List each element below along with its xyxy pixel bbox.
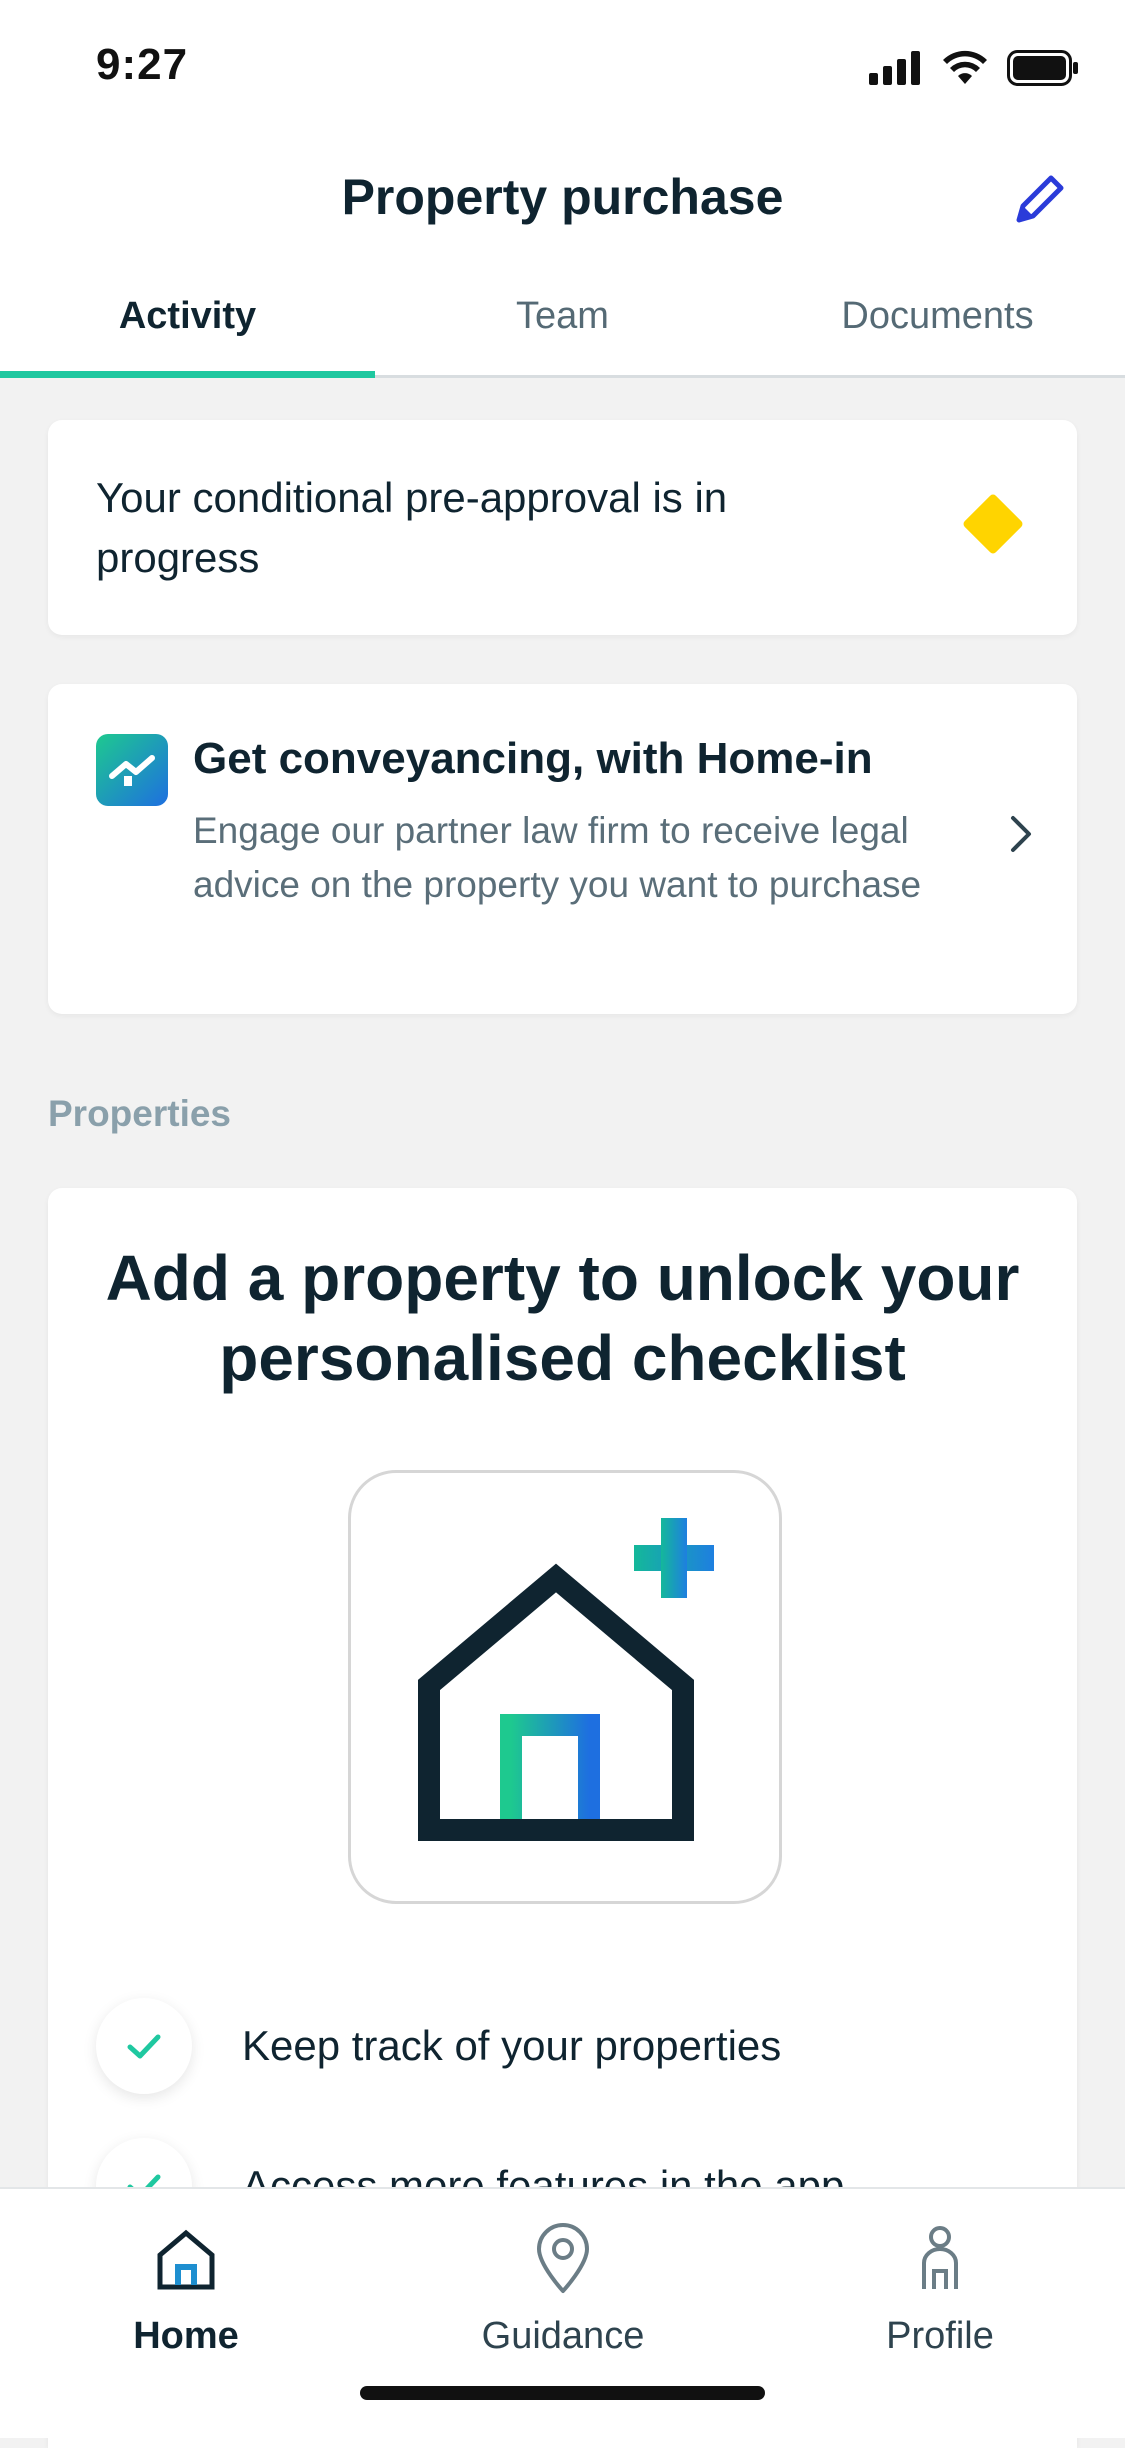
person-icon: [922, 2226, 958, 2289]
location-pin-icon: [537, 2223, 589, 2293]
battery-icon: [1007, 50, 1078, 86]
conveyancing-card[interactable]: Get conveyancing, with Home-in Engage ou…: [48, 684, 1077, 1014]
check-icon: [96, 1998, 192, 2094]
add-property-button[interactable]: [348, 1470, 782, 1904]
preapproval-text: Your conditional pre-approval is in prog…: [96, 474, 728, 581]
cellular-signal-icon: [869, 51, 920, 85]
tab-team[interactable]: Team: [375, 285, 750, 375]
nav-guidance-label: Guidance: [481, 2315, 645, 2357]
home-in-logo-icon: [96, 734, 168, 806]
header-area: 9:27 Property purchase Activity Team Doc…: [0, 0, 1125, 378]
tab-documents[interactable]: Documents: [750, 285, 1125, 375]
nav-home[interactable]: Home: [36, 2219, 336, 2358]
tab-activity[interactable]: Activity: [0, 285, 375, 378]
conveyancing-description: Engage our partner law firm to receive l…: [193, 810, 922, 905]
tab-bar: Activity Team Documents: [0, 285, 1125, 378]
nav-guidance[interactable]: Guidance: [413, 2219, 713, 2358]
page-title: Property purchase: [341, 169, 784, 225]
wifi-icon: [943, 50, 987, 84]
preapproval-card[interactable]: Your conditional pre-approval is in prog…: [48, 420, 1077, 635]
properties-section-label: Properties: [48, 1093, 232, 1134]
house-plus-icon: [418, 1518, 714, 1841]
edit-pencil-icon[interactable]: [1009, 170, 1069, 230]
home-icon: [157, 2229, 215, 2290]
nav-profile[interactable]: Profile: [790, 2219, 1090, 2358]
nav-home-label: Home: [133, 2315, 239, 2357]
status-time: 9:27: [96, 40, 189, 89]
bottom-nav: Home Guidance Profile: [0, 2187, 1125, 2438]
conveyancing-title: Get conveyancing, with Home-in: [193, 734, 873, 783]
add-property-title: Add a property to unlock your personalis…: [105, 1242, 1020, 1394]
home-indicator[interactable]: [360, 2386, 765, 2400]
status-icons: [869, 50, 1079, 86]
nav-profile-label: Profile: [886, 2315, 994, 2357]
feature-item: Keep track of your properties: [96, 1998, 781, 2094]
brand-diamond-icon: [961, 492, 1025, 556]
home-in-check-icon: [109, 755, 155, 786]
chevron-right-icon: [1011, 816, 1031, 852]
feature-text: Keep track of your properties: [242, 2022, 782, 2069]
